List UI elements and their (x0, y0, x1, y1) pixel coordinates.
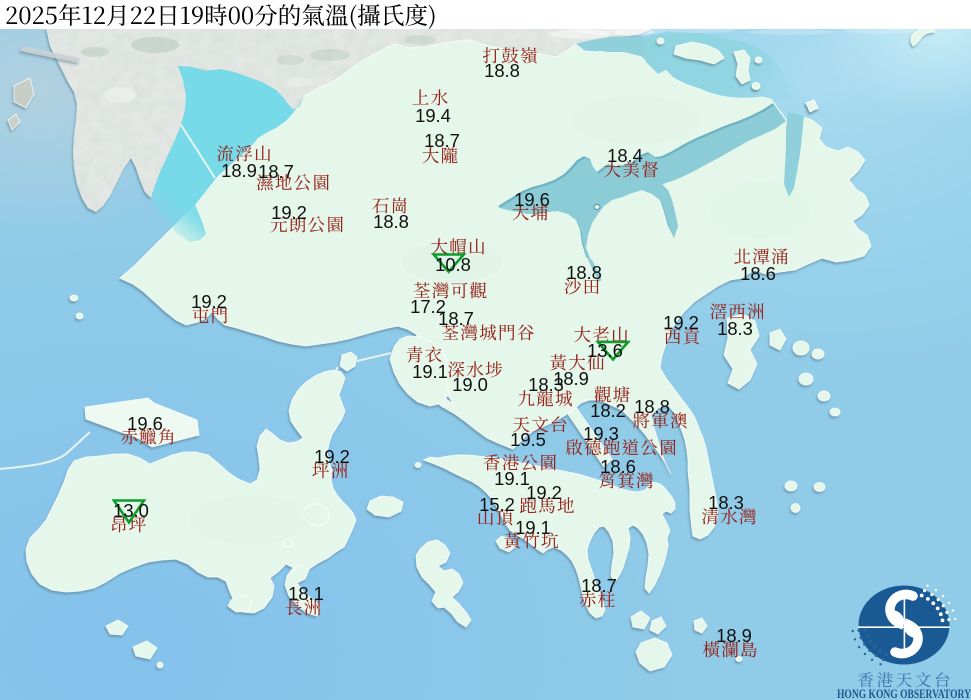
svg-text:19.4: 19.4 (415, 105, 451, 126)
svg-text:19.6: 19.6 (514, 189, 550, 210)
svg-text:10.8: 10.8 (435, 254, 471, 275)
svg-text:18.9: 18.9 (221, 160, 257, 181)
svg-text:19.2: 19.2 (271, 202, 307, 223)
svg-text:19.1: 19.1 (494, 468, 530, 489)
svg-text:19.6: 19.6 (127, 413, 163, 434)
svg-text:18.7: 18.7 (258, 161, 294, 182)
svg-text:19.2: 19.2 (191, 291, 227, 312)
svg-text:18.8: 18.8 (484, 60, 520, 81)
svg-text:19.1: 19.1 (412, 361, 448, 382)
svg-text:18.8: 18.8 (566, 262, 602, 283)
svg-text:19.2: 19.2 (526, 482, 562, 503)
svg-text:19.3: 19.3 (583, 423, 619, 444)
svg-text:HONG KONG OBSERVATORY: HONG KONG OBSERVATORY (837, 686, 971, 700)
svg-text:18.7: 18.7 (581, 575, 617, 596)
svg-text:13.6: 13.6 (587, 340, 623, 361)
svg-text:19.1: 19.1 (515, 517, 551, 538)
svg-text:13.0: 13.0 (113, 500, 149, 521)
svg-text:19.0: 19.0 (452, 374, 488, 395)
svg-text:18.3: 18.3 (717, 318, 753, 339)
svg-text:18.8: 18.8 (634, 396, 670, 417)
svg-text:15.2: 15.2 (479, 494, 515, 515)
svg-text:18.8: 18.8 (373, 211, 409, 232)
svg-text:18.1: 18.1 (288, 583, 324, 604)
svg-text:18.2: 18.2 (590, 400, 626, 421)
svg-text:18.7: 18.7 (438, 308, 474, 329)
svg-text:19.2: 19.2 (663, 312, 699, 333)
svg-text:18.7: 18.7 (424, 130, 460, 151)
svg-text:18.4: 18.4 (607, 145, 643, 166)
svg-text:18.6: 18.6 (740, 263, 776, 284)
svg-text:19.2: 19.2 (314, 446, 350, 467)
svg-text:18.9: 18.9 (716, 625, 752, 646)
svg-text:18.3: 18.3 (528, 374, 564, 395)
svg-text:19.5: 19.5 (510, 429, 546, 450)
svg-text:18.3: 18.3 (708, 492, 744, 513)
svg-text:18.6: 18.6 (600, 456, 636, 477)
